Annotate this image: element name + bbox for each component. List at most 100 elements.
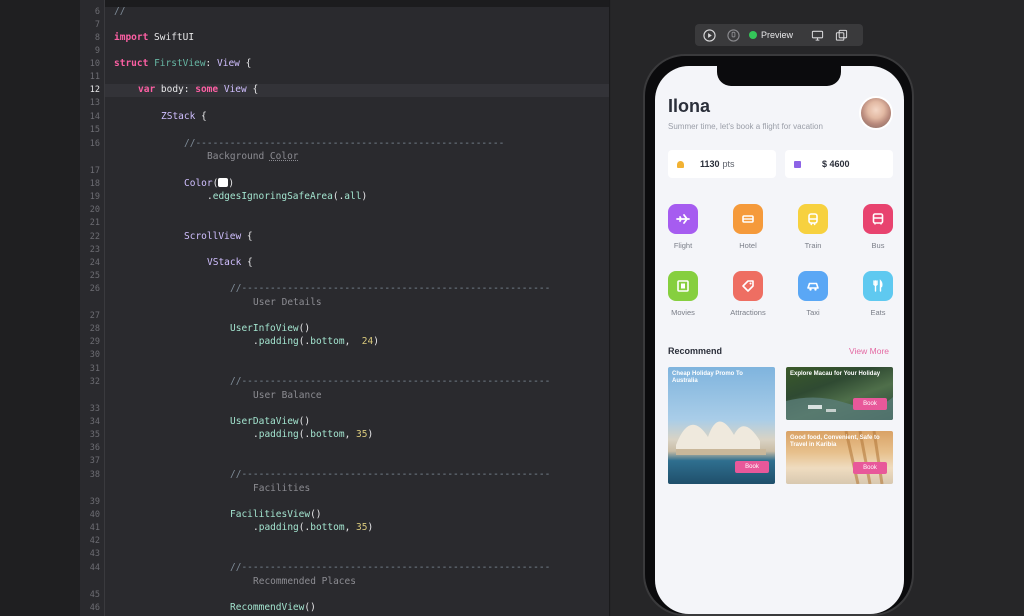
- line-number: 10: [89, 59, 100, 69]
- user-name: Ilona: [668, 96, 711, 116]
- money-card[interactable]: $ 4600: [785, 150, 893, 178]
- preview-toggle[interactable]: Preview: [749, 30, 793, 40]
- place-title: Good food, Convenient, Safe to Travel in…: [790, 435, 880, 448]
- place-card-australia[interactable]: Cheap Holiday Promo To Australia Book: [668, 367, 775, 484]
- place-card-macau[interactable]: Explore Macau for Your Holiday Book: [786, 367, 893, 420]
- line-number: 45: [89, 590, 100, 600]
- points-value: 1130: [700, 159, 720, 169]
- line-number: 21: [89, 218, 100, 228]
- line-number: 19: [89, 192, 100, 202]
- code-comment: Facilities: [253, 483, 311, 494]
- code-line: //--------------------------------------…: [230, 469, 551, 480]
- line-number: 23: [89, 245, 100, 255]
- live-indicator-icon: [749, 31, 757, 39]
- line-number: 7: [94, 20, 100, 30]
- code-line: .edgesIgnoringSafeArea(.all): [207, 191, 368, 202]
- line-number: 37: [89, 456, 100, 466]
- view-more-link[interactable]: View More: [849, 346, 889, 356]
- line-number: 32: [89, 377, 100, 387]
- fork-knife-icon[interactable]: [863, 271, 893, 301]
- code-line: ScrollView {: [184, 231, 253, 242]
- money-value: $ 4600: [822, 159, 850, 169]
- code-line: //--------------------------------------…: [230, 376, 551, 387]
- line-number: 27: [89, 311, 100, 321]
- train-icon[interactable]: [798, 204, 828, 234]
- film-icon[interactable]: [668, 271, 698, 301]
- line-number: 35: [89, 430, 100, 440]
- code-line: .padding(.bottom, 35): [253, 522, 374, 533]
- code-comment: Background Color: [207, 151, 299, 162]
- code-line: //--------------------------------------…: [184, 138, 505, 149]
- line-number: 24: [89, 258, 100, 268]
- code-line: //--------------------------------------…: [230, 283, 551, 294]
- book-button[interactable]: Book: [735, 461, 769, 473]
- code-line: .padding(.bottom, 35): [253, 429, 374, 440]
- facility-label-movies: Movies: [671, 308, 695, 317]
- tag-icon[interactable]: [733, 271, 763, 301]
- facility-label-eats: Eats: [870, 308, 886, 317]
- place-card-karibia[interactable]: Good food, Convenient, Safe to Travel in…: [786, 431, 893, 484]
- bus-icon[interactable]: [863, 204, 893, 234]
- facility-label-hotel: Hotel: [739, 241, 757, 250]
- code-line: .padding(.bottom, 24): [253, 336, 379, 347]
- airplane-icon[interactable]: [668, 204, 698, 234]
- trophy-icon: [677, 160, 684, 168]
- line-number: 29: [89, 337, 100, 347]
- line-number: 18: [89, 179, 100, 189]
- line-number: 13: [89, 98, 100, 108]
- facility-label-taxi: Taxi: [806, 308, 820, 317]
- avatar[interactable]: [859, 96, 893, 130]
- line-number: 20: [89, 205, 100, 215]
- facility-label-flight: Flight: [673, 241, 693, 250]
- device-notch: [717, 66, 841, 86]
- line-number: 39: [89, 497, 100, 507]
- points-unit: pts: [722, 159, 735, 169]
- line-number: 38: [89, 470, 100, 480]
- device-icon[interactable]: [809, 27, 825, 43]
- line-number: 44: [89, 563, 100, 573]
- line-number: 43: [89, 549, 100, 559]
- xcode-window: 6 7 8 9 10 11 12 13 14 15 16 17 18 19 20…: [0, 0, 1024, 616]
- code-line-current: var body: some View {: [138, 84, 259, 95]
- facility-label-bus: Bus: [871, 241, 885, 250]
- code-line: Color(): [184, 178, 235, 189]
- line-number: 34: [89, 417, 100, 427]
- wallet-icon: [794, 160, 801, 168]
- line-number: 31: [89, 364, 100, 374]
- facility-label-attractions: Attractions: [730, 308, 766, 317]
- code-line: //--------------------------------------…: [230, 562, 551, 573]
- line-number: 6: [94, 7, 100, 17]
- code-line: //: [114, 6, 126, 17]
- code-line: import SwiftUI: [114, 32, 195, 43]
- book-button[interactable]: Book: [853, 462, 887, 474]
- line-number-current: 12: [89, 85, 100, 95]
- line-number: 42: [89, 536, 100, 546]
- line-number: 14: [89, 112, 100, 122]
- line-number: 40: [89, 510, 100, 520]
- code-line: UserDataView(): [230, 416, 311, 427]
- bed-icon[interactable]: [733, 204, 763, 234]
- editor-tab-strip: [80, 0, 609, 7]
- line-number: 8: [94, 33, 100, 43]
- pin-circle-icon[interactable]: [725, 27, 741, 43]
- line-number: 26: [89, 284, 100, 294]
- duplicate-icon[interactable]: [833, 27, 849, 43]
- car-icon[interactable]: [798, 271, 828, 301]
- color-swatch[interactable]: [218, 178, 229, 187]
- code-line: ZStack {: [161, 111, 207, 122]
- left-panel: [0, 0, 80, 616]
- code-line: struct FirstView: View {: [114, 58, 252, 69]
- play-circle-icon[interactable]: [701, 27, 717, 43]
- book-button[interactable]: Book: [853, 398, 887, 410]
- points-card[interactable]: 1130 pts: [668, 150, 776, 178]
- app-preview[interactable]: Ilona Summer time, let's book a flight f…: [655, 66, 904, 614]
- line-number: 46: [89, 603, 100, 613]
- preview-toolbar: Preview: [695, 24, 863, 46]
- line-number: 30: [89, 350, 100, 360]
- place-title: Cheap Holiday Promo To Australia: [672, 371, 743, 384]
- line-number: 33: [89, 404, 100, 414]
- recommend-title: Recommend: [668, 346, 723, 356]
- code-editor[interactable]: 6 7 8 9 10 11 12 13 14 15 16 17 18 19 20…: [80, 0, 610, 616]
- line-number: 16: [89, 139, 100, 149]
- code-line: VStack {: [207, 257, 253, 268]
